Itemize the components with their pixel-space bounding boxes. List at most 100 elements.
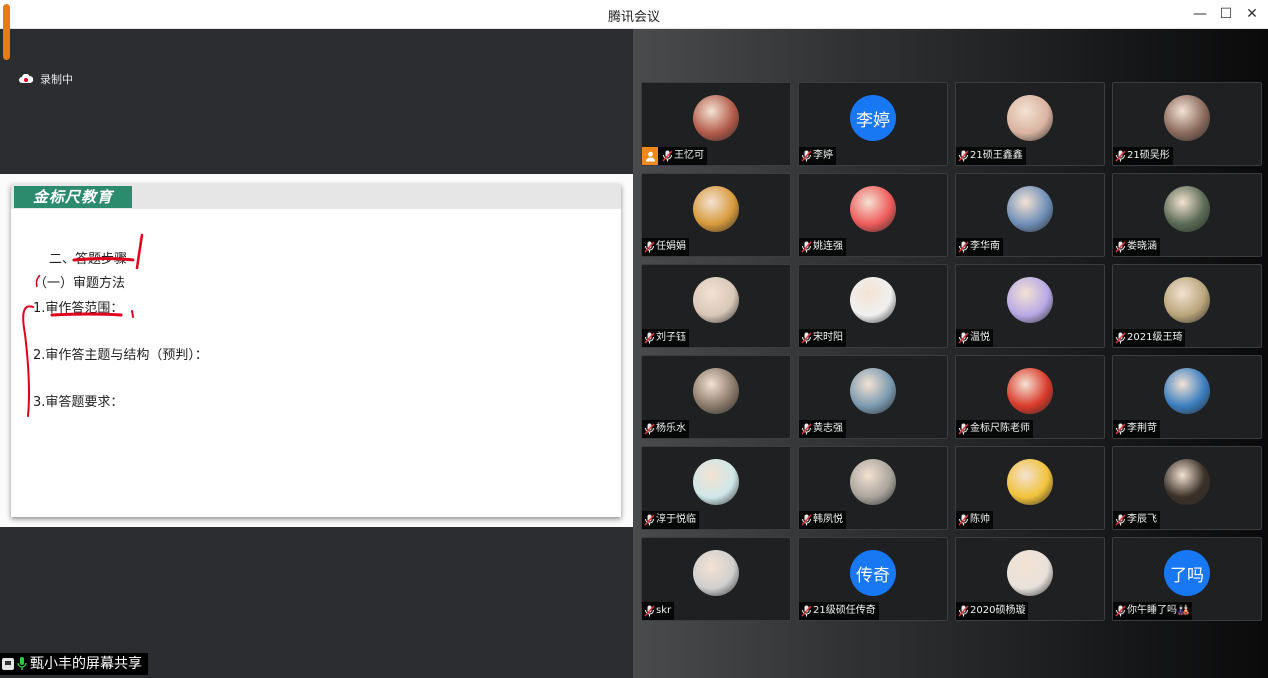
mic-muted-icon	[644, 423, 655, 435]
mic-muted-icon	[644, 605, 655, 617]
nameplate: 陈帅	[956, 511, 993, 529]
maximize-button[interactable]: ☐	[1213, 3, 1239, 25]
avatar: 李婷	[850, 95, 896, 141]
close-button[interactable]: ✕	[1239, 3, 1265, 25]
participant-tile[interactable]: 任娟娟	[641, 173, 791, 257]
participant-tile[interactable]: 2021级王琦	[1112, 264, 1262, 348]
participant-name: 2020硕杨璇	[970, 605, 1026, 616]
avatar	[850, 459, 896, 505]
nameplate: 姚连强	[799, 238, 846, 256]
participant-tile[interactable]: 温悦	[955, 264, 1105, 348]
avatar	[850, 186, 896, 232]
participant-tile[interactable]: 王忆可	[641, 82, 791, 166]
mic-muted-icon	[1115, 514, 1126, 526]
nameplate: 21硕吴彤	[1113, 147, 1173, 165]
nameplate: 21硕王鑫鑫	[956, 147, 1026, 165]
nameplate: skr	[642, 602, 675, 620]
screen-share-icon	[2, 658, 14, 670]
participant-tile[interactable]: 李荆苛	[1112, 355, 1262, 439]
mic-muted-icon	[1115, 332, 1126, 344]
recording-label: 录制中	[40, 73, 73, 86]
participant-tile[interactable]: 淳于悦临	[641, 446, 791, 530]
participant-tile[interactable]: 李婷 李婷	[798, 82, 948, 166]
nameplate: 21级硕任传奇	[799, 602, 879, 620]
avatar: 传奇	[850, 550, 896, 596]
presentation-slide: 金标尺教育 二、答题步骤 （一）审题方法 1.审作答范围： 2.审作答主题与结构…	[11, 184, 621, 517]
participant-tile[interactable]: 刘子钰	[641, 264, 791, 348]
drag-handle[interactable]	[3, 4, 10, 60]
participant-tile[interactable]: 金标尺陈老师	[955, 355, 1105, 439]
nameplate: 宋时阳	[799, 329, 846, 347]
avatar	[693, 95, 739, 141]
participant-name: 淳于悦临	[656, 514, 696, 525]
avatar	[850, 368, 896, 414]
participant-tile[interactable]: 李辰飞	[1112, 446, 1262, 530]
avatar	[1007, 277, 1053, 323]
nameplate: 2020硕杨璇	[956, 602, 1029, 620]
recording-indicator[interactable]: 录制中	[19, 71, 73, 87]
participant-name: 杨乐水	[656, 423, 686, 434]
nameplate: 任娟娟	[642, 238, 689, 256]
title-bar: 腾讯会议 — ☐ ✕	[0, 0, 1268, 29]
participant-tile[interactable]: 21硕吴彤	[1112, 82, 1262, 166]
mic-muted-icon	[644, 514, 655, 526]
participant-name: 刘子钰	[656, 332, 686, 343]
participant-tile[interactable]: 韩夙悦	[798, 446, 948, 530]
participant-tile[interactable]: 2020硕杨璇	[955, 537, 1105, 621]
mic-muted-icon	[958, 423, 969, 435]
participant-name: 陈帅	[970, 514, 990, 525]
participant-name: 娄晓涵	[1127, 241, 1157, 252]
nameplate: 淳于悦临	[642, 511, 699, 529]
participant-name: 21硕吴彤	[1127, 150, 1170, 161]
participant-panel: 王忆可 李婷 李婷 21硕王鑫鑫 21硕吴彤 任娟娟 姚连强 李华南 娄晓涵 刘…	[633, 29, 1268, 678]
avatar	[1007, 550, 1053, 596]
mic-muted-icon	[1115, 423, 1126, 435]
participant-tile[interactable]: 了吗 你午睡了吗🎎	[1112, 537, 1262, 621]
nameplate: 韩夙悦	[799, 511, 846, 529]
nameplate: 你午睡了吗🎎	[1113, 602, 1193, 620]
avatar	[1164, 459, 1210, 505]
mic-muted-icon	[644, 241, 655, 253]
nameplate: 王忆可	[642, 147, 707, 165]
avatar	[693, 277, 739, 323]
participant-tile[interactable]: 黄志强	[798, 355, 948, 439]
nameplate: 李华南	[956, 238, 1003, 256]
minimize-button[interactable]: —	[1187, 3, 1213, 25]
participant-name: 你午睡了吗🎎	[1127, 605, 1190, 616]
participant-name: 李华南	[970, 241, 1000, 252]
screen-share-status[interactable]: 甄小丰的屏幕共享	[0, 653, 148, 675]
participant-name: 李荆苛	[1127, 423, 1157, 434]
mic-muted-icon	[801, 241, 812, 253]
nameplate: 娄晓涵	[1113, 238, 1160, 256]
participant-name: 金标尺陈老师	[970, 423, 1030, 434]
participant-name: 21硕王鑫鑫	[970, 150, 1023, 161]
mic-muted-icon	[801, 514, 812, 526]
participant-tile[interactable]: 娄晓涵	[1112, 173, 1262, 257]
mic-muted-icon	[801, 605, 812, 617]
participant-tile[interactable]: 李华南	[955, 173, 1105, 257]
participant-name: skr	[656, 605, 672, 616]
participant-grid: 王忆可 李婷 李婷 21硕王鑫鑫 21硕吴彤 任娟娟 姚连强 李华南 娄晓涵 刘…	[641, 82, 1262, 621]
mic-muted-icon	[1115, 150, 1126, 162]
participant-name: 宋时阳	[813, 332, 843, 343]
participant-tile[interactable]: 姚连强	[798, 173, 948, 257]
nameplate: 刘子钰	[642, 329, 689, 347]
nameplate: 李婷	[799, 147, 836, 165]
shared-content-area: 金标尺教育 二、答题步骤 （一）审题方法 1.审作答范围： 2.审作答主题与结构…	[0, 174, 633, 527]
participant-tile[interactable]: 传奇 21级硕任传奇	[798, 537, 948, 621]
camera-off-icon	[642, 147, 658, 165]
participant-tile[interactable]: skr	[641, 537, 791, 621]
participant-name: 姚连强	[813, 241, 843, 252]
annotation-marks	[22, 233, 144, 417]
nameplate: 李辰飞	[1113, 511, 1160, 529]
participant-tile[interactable]: 宋时阳	[798, 264, 948, 348]
participant-name: 李婷	[813, 150, 833, 161]
avatar	[1007, 368, 1053, 414]
mic-muted-icon	[958, 605, 969, 617]
participant-tile[interactable]: 陈帅	[955, 446, 1105, 530]
participant-tile[interactable]: 21硕王鑫鑫	[955, 82, 1105, 166]
mic-muted-icon	[1115, 605, 1126, 617]
avatar	[1007, 186, 1053, 232]
participant-tile[interactable]: 杨乐水	[641, 355, 791, 439]
participant-name: 李辰飞	[1127, 514, 1157, 525]
